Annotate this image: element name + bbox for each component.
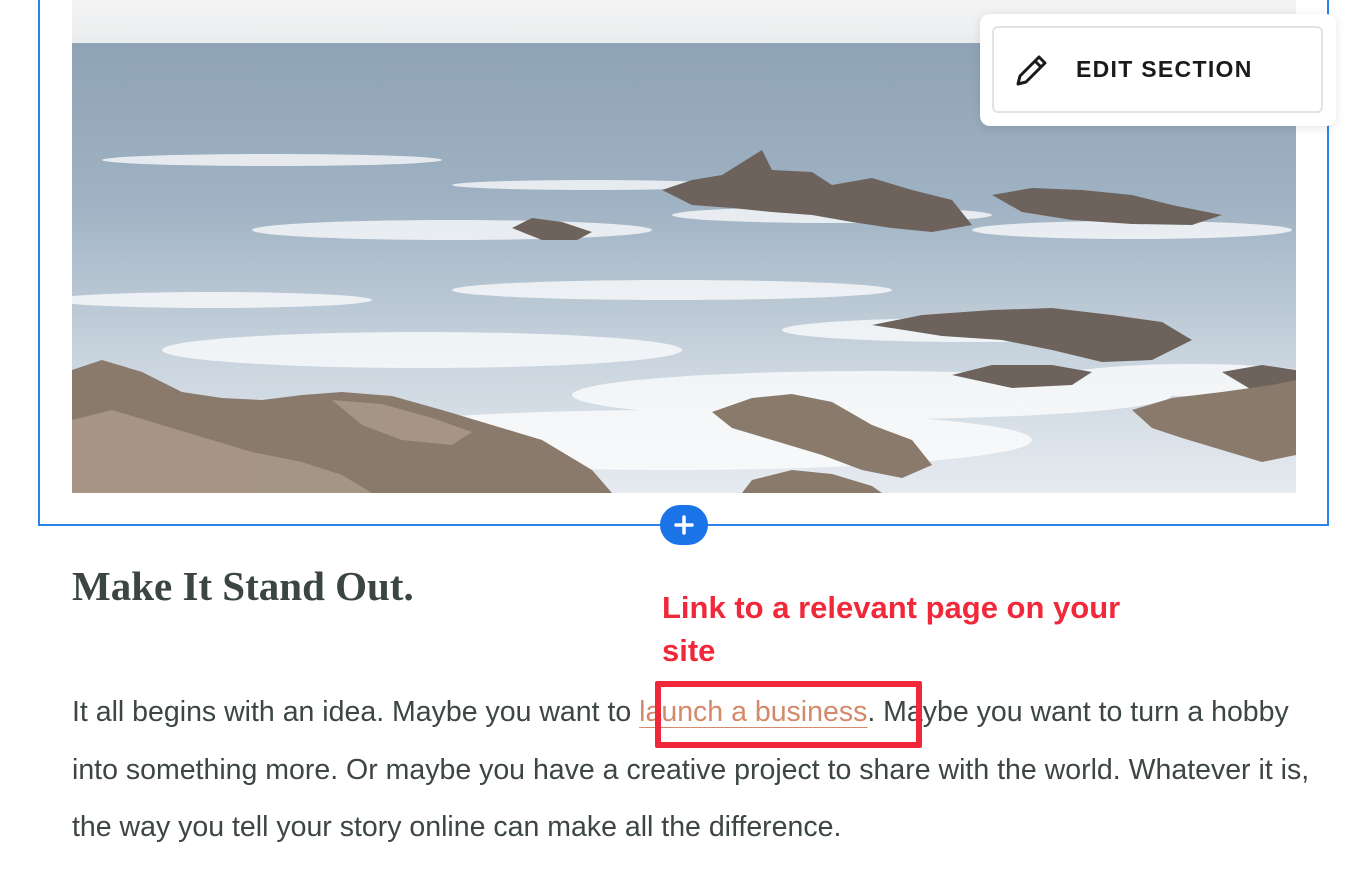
add-section-button[interactable] (660, 505, 708, 545)
paragraph-text-before: It all begins with an idea. Maybe you wa… (72, 696, 640, 728)
annotation-callout: Link to a relevant page on your site (662, 590, 1121, 668)
edit-section-panel: EDIT SECTION (980, 14, 1336, 126)
section-heading[interactable]: Make It Stand Out. (72, 562, 414, 610)
edit-section-label: EDIT SECTION (1076, 56, 1253, 82)
edit-section-button[interactable]: EDIT SECTION (992, 26, 1323, 113)
pencil-icon (1016, 55, 1047, 86)
annotation-highlight-box (655, 681, 922, 748)
plus-icon (674, 515, 694, 535)
